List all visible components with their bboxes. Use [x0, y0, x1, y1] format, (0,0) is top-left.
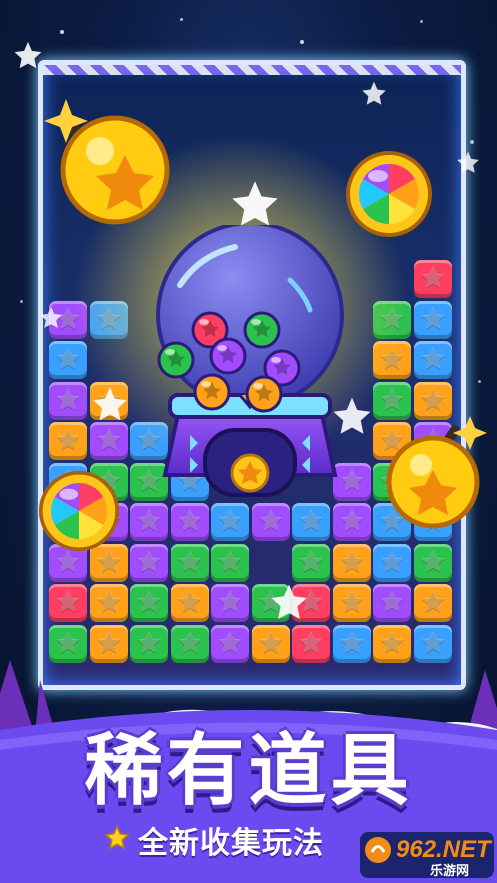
sparkle-star-icon — [271, 584, 307, 619]
star-icon — [421, 549, 444, 573]
tile-orange[interactable] — [170, 584, 209, 622]
rainbow-ball-icon[interactable] — [38, 470, 120, 552]
star-icon — [97, 590, 120, 613]
watermark-text: 乐游网 — [430, 864, 470, 879]
star-icon — [421, 306, 444, 330]
tile-red[interactable] — [49, 584, 87, 622]
tile-green[interactable] — [130, 584, 168, 622]
star-icon — [218, 590, 242, 613]
sparkle-star-icon — [457, 151, 479, 173]
bomb-icon[interactable] — [30, 85, 170, 225]
star-icon — [178, 509, 201, 532]
tile-green[interactable] — [413, 543, 452, 582]
star-icon — [340, 549, 363, 573]
star-icon — [340, 590, 363, 613]
star-icon — [56, 387, 80, 411]
bomb-icon[interactable] — [385, 410, 495, 530]
star-icon — [421, 347, 444, 370]
tile-purple[interactable] — [130, 543, 168, 582]
tile-green[interactable] — [170, 543, 209, 582]
star-icon — [137, 509, 161, 532]
game-title: 稀有道具 — [84, 726, 413, 816]
tile-purple[interactable] — [49, 381, 87, 420]
subtitle: 全新收集玩法 — [138, 826, 324, 861]
star-icon — [56, 590, 80, 613]
star-icon — [299, 549, 323, 573]
star-icon — [56, 549, 80, 573]
tile-purple[interactable] — [211, 584, 249, 622]
star-icon — [299, 509, 323, 532]
star-icon — [137, 549, 161, 573]
star-icon — [259, 509, 282, 532]
star-icon — [97, 549, 120, 573]
gumball-orange — [245, 375, 283, 413]
star-icon — [218, 549, 242, 573]
star-icon — [421, 266, 444, 289]
star-icon — [218, 509, 242, 532]
star-icon — [421, 590, 444, 613]
tile-green[interactable] — [211, 543, 249, 582]
tile-orange[interactable] — [413, 584, 452, 622]
sparkle-star-icon — [362, 81, 386, 105]
gumball-orange — [193, 373, 231, 411]
gumball-green — [157, 341, 195, 379]
tile-orange[interactable] — [332, 543, 371, 582]
sparkle-star-icon — [232, 181, 278, 226]
tile-blue[interactable] — [413, 341, 452, 379]
sparkle-star-icon — [14, 41, 42, 69]
star-icon — [380, 549, 404, 573]
sparkle-star-icon — [40, 306, 62, 328]
gumball-green — [243, 311, 281, 349]
tile-purple[interactable] — [373, 584, 411, 622]
game-scene: 稀有道具 全新收集玩法 962.NET 乐游网 — [0, 0, 497, 883]
rainbow-ball-icon[interactable] — [345, 150, 433, 238]
watermark-logo-icon — [365, 837, 391, 863]
star-icon — [56, 428, 80, 451]
sparkle-star-icon — [93, 387, 127, 421]
star-icon — [178, 590, 201, 613]
tile-orange[interactable] — [49, 422, 87, 460]
tile-orange[interactable] — [89, 584, 128, 622]
tile-green[interactable] — [292, 543, 330, 582]
gumball-purple — [209, 337, 247, 375]
star-icon — [380, 590, 404, 613]
star-icon — [137, 590, 161, 613]
star-icon — [178, 549, 201, 573]
star-icon — [104, 825, 130, 850]
tile-orange[interactable] — [332, 584, 371, 622]
sparkle-star-icon — [333, 397, 371, 434]
star-icon — [340, 509, 363, 532]
tile-blue[interactable] — [373, 543, 411, 582]
